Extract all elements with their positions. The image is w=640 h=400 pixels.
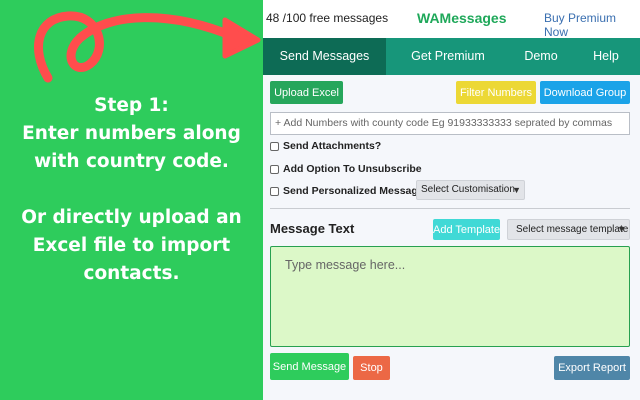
tab-demo[interactable]: Demo [510,38,572,75]
promo-line: contacts. [83,263,180,284]
send-attachments-label: Send Attachments? [283,140,382,152]
promo-line: Excel file to import [32,235,231,256]
promo-line: Enter numbers along [22,123,241,144]
upload-excel-button[interactable]: Upload Excel [270,81,343,104]
send-attachments-option[interactable]: Send Attachments? [270,140,381,152]
export-report-button[interactable]: Export Report [554,356,630,380]
send-attachments-checkbox[interactable] [270,141,279,151]
stop-button[interactable]: Stop [353,356,390,380]
promo-panel: Step 1: Enter numbers along with country… [0,0,263,400]
personalized-option[interactable]: Send Personalized Message [270,185,424,197]
promo-instructions: Step 1: Enter numbers along with country… [0,92,263,288]
message-textarea[interactable]: Type message here... [270,246,630,347]
promo-step-title: Step 1: [94,95,169,116]
tab-get-premium[interactable]: Get Premium [386,38,510,75]
promo-line: Or directly upload an [21,207,242,228]
unsubscribe-checkbox[interactable] [270,164,279,174]
message-text-heading: Message Text [270,221,355,236]
customisation-select[interactable]: Select Customisation ▼ [416,180,525,200]
filter-numbers-button[interactable]: Filter Numbers [456,81,536,104]
message-count: 48 /100 free messages [266,11,389,25]
promo-line: with country code. [34,151,229,172]
customisation-select-value: Select Customisation [421,184,515,195]
chevron-down-icon: ▼ [617,224,626,234]
top-bar: 48 /100 free messages WAMessages Buy Pre… [263,0,640,39]
section-divider [270,208,630,209]
add-template-button[interactable]: Add Template [433,219,500,240]
tab-send-messages[interactable]: Send Messages [263,38,386,75]
template-select-value: Select message template [516,224,629,235]
brand-title: WAMessages [417,10,507,26]
personalized-checkbox[interactable] [270,186,279,196]
unsubscribe-label: Add Option To Unsubscribe [283,163,422,175]
send-message-button[interactable]: Send Message [270,353,349,380]
tab-bar: Send Messages Get Premium Demo Help [263,38,640,75]
template-select[interactable]: Select message template ▼ [507,219,630,240]
numbers-input[interactable]: + Add Numbers with county code Eg 919333… [270,112,630,135]
personalized-label: Send Personalized Message [283,185,424,197]
download-group-button[interactable]: Download Group [540,81,630,104]
curly-arrow-icon [34,11,261,83]
tab-help[interactable]: Help [572,38,640,75]
buy-premium-link[interactable]: Buy Premium Now [544,11,640,39]
app-panel: 48 /100 free messages WAMessages Buy Pre… [263,0,640,400]
chevron-down-icon: ▼ [512,185,521,195]
unsubscribe-option[interactable]: Add Option To Unsubscribe [270,163,422,175]
